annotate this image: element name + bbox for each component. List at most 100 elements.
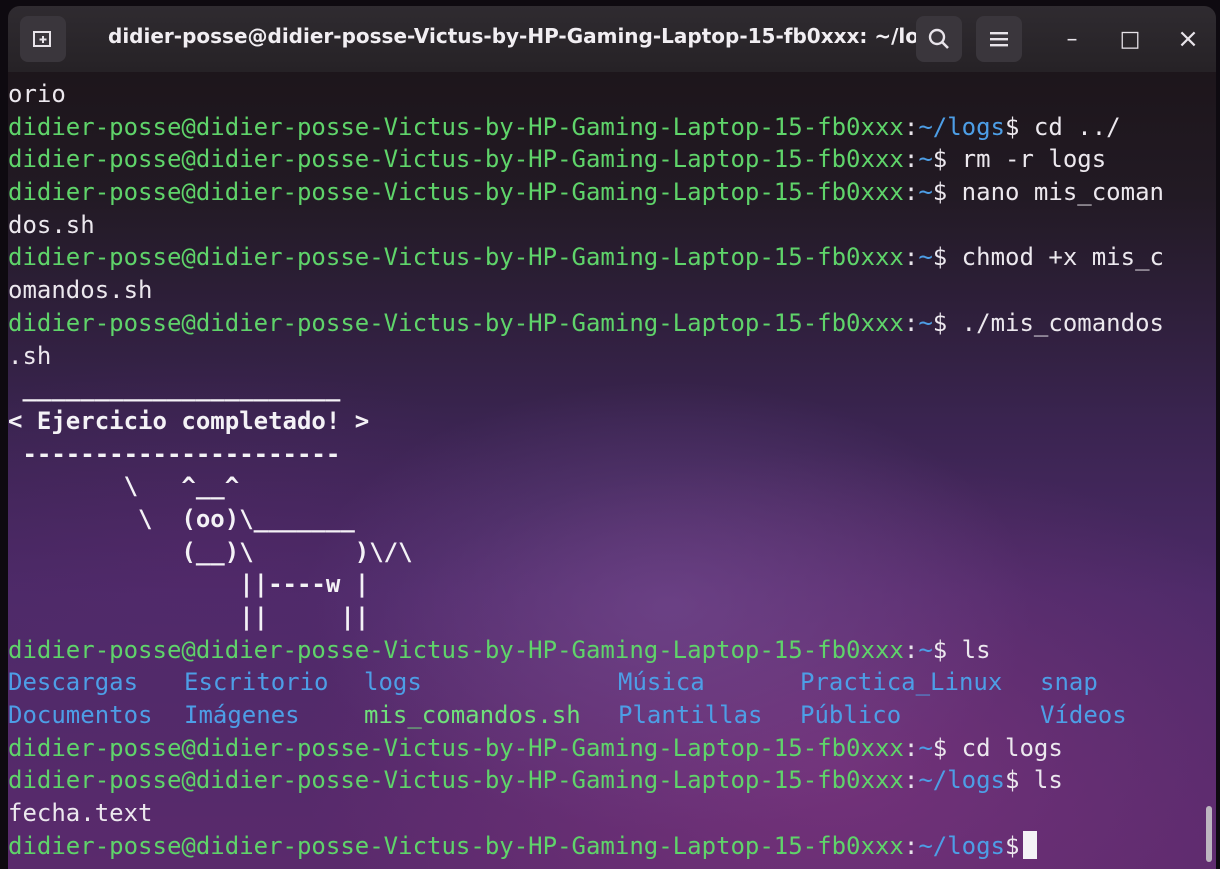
- prompt-path: ~: [918, 635, 933, 664]
- prompt-dollar: $: [932, 178, 962, 207]
- prompt-colon: :: [903, 766, 919, 795]
- cowsay-line: || ||: [8, 603, 370, 631]
- prompt-colon: :: [903, 308, 919, 337]
- ls-entry: Imágenes: [184, 701, 300, 730]
- cowsay-line: \ (oo)\_______: [8, 504, 355, 533]
- ls-entry: Practica_Linux: [800, 668, 1003, 697]
- prompt-command: ./mis_comandos: [961, 308, 1164, 337]
- prompt-path: ~/logs: [918, 766, 1006, 795]
- prompt-line: didier-posse@didier-posse-Victus-by-HP-G…: [8, 732, 1216, 765]
- new-tab-icon: [33, 31, 51, 47]
- prompt-command: ls: [1033, 766, 1063, 795]
- prompt-dollar: $: [1005, 831, 1020, 860]
- search-button[interactable]: [916, 16, 962, 62]
- prompt-path: ~/logs: [918, 831, 1006, 860]
- prompt-user: didier-posse@didier-posse-Victus-by-HP-G…: [8, 308, 904, 337]
- output-line: fecha.text: [8, 799, 153, 828]
- minimize-icon: –: [1066, 26, 1078, 52]
- prompt-line: didier-posse@didier-posse-Victus-by-HP-G…: [8, 176, 1216, 209]
- text-cursor: [1023, 830, 1038, 859]
- close-button[interactable]: ×: [1168, 16, 1208, 62]
- prompt-path: ~: [918, 308, 933, 337]
- prompt-dollar: $: [932, 243, 962, 272]
- ls-entry: Vídeos: [1040, 701, 1127, 730]
- ls-output-row: Descargas Escritorio logs Música Practic…: [8, 666, 1216, 699]
- window-title: didier-posse@didier-posse-Victus-by-HP-G…: [108, 24, 946, 48]
- prompt-path: ~: [918, 145, 933, 174]
- cowsay-line: (__)\ )\/\: [8, 537, 413, 566]
- prompt-command: chmod +x mis_c: [961, 243, 1164, 272]
- prompt-colon: :: [903, 831, 919, 860]
- prompt-path: ~: [918, 733, 933, 762]
- prompt-line: didier-posse@didier-posse-Victus-by-HP-G…: [8, 241, 1216, 274]
- minimize-button[interactable]: –: [1052, 16, 1092, 62]
- prompt-path: ~: [918, 243, 933, 272]
- ls-entry: Música: [618, 668, 705, 697]
- output-line: orio: [8, 80, 66, 108]
- ls-entry: logs: [364, 668, 422, 697]
- terminal-window: didier-posse@didier-posse-Victus-by-HP-G…: [8, 6, 1216, 869]
- prompt-dollar: $: [932, 308, 962, 337]
- cowsay-line: ----------------------: [8, 439, 341, 468]
- prompt-colon: :: [903, 733, 919, 762]
- prompt-dollar: $: [1005, 112, 1034, 141]
- command-history: orio didier-posse@didier-posse-Victus-by-…: [8, 78, 1216, 372]
- ls-entry: Público: [800, 701, 902, 730]
- prompt-command: cd logs: [961, 733, 1063, 762]
- prompt-command: cd ../: [1033, 112, 1121, 141]
- cowsay-line: ||----w |: [8, 570, 370, 599]
- ls-entry: Documentos: [8, 701, 153, 730]
- prompt-user: didier-posse@didier-posse-Victus-by-HP-G…: [8, 178, 904, 207]
- ls-output-row: Documentos Imágenes mis_comandos.sh Plan…: [8, 699, 1216, 732]
- prompt-user: didier-posse@didier-posse-Victus-by-HP-G…: [8, 733, 904, 762]
- ls-entry: snap: [1040, 668, 1098, 697]
- output-line: omandos.sh: [8, 276, 153, 305]
- cowsay-line: < Ejercicio completado! >: [8, 406, 370, 435]
- new-tab-button[interactable]: [20, 16, 66, 62]
- prompt-path: ~/logs: [918, 112, 1006, 141]
- search-icon: [928, 28, 949, 49]
- prompt-line: didier-posse@didier-posse-Victus-by-HP-G…: [8, 764, 1216, 797]
- prompt-user: didier-posse@didier-posse-Victus-by-HP-G…: [8, 635, 904, 664]
- title-bar: didier-posse@didier-posse-Victus-by-HP-G…: [8, 6, 1216, 72]
- terminal-content[interactable]: orio didier-posse@didier-posse-Victus-by-…: [8, 78, 1216, 863]
- ls-entry: Plantillas: [618, 701, 763, 730]
- ls-entry: Escritorio: [184, 668, 329, 697]
- hamburger-menu-icon: [990, 32, 1008, 47]
- maximize-button[interactable]: □: [1110, 16, 1150, 62]
- cowsay-line: \ ^__^: [8, 472, 240, 501]
- prompt-command: ls: [961, 635, 991, 664]
- prompt-colon: :: [903, 635, 919, 664]
- prompt-path: ~: [918, 178, 933, 207]
- scrollbar[interactable]: [1206, 806, 1212, 862]
- cowsay-output: ______________________ < Ejercicio compl…: [8, 372, 1216, 634]
- menu-button[interactable]: [976, 16, 1022, 62]
- prompt-command: rm -r logs: [961, 145, 1107, 174]
- output-line: dos.sh: [8, 210, 95, 239]
- prompt-user: didier-posse@didier-posse-Victus-by-HP-G…: [8, 766, 904, 795]
- prompt-colon: :: [903, 178, 919, 207]
- prompt-user: didier-posse@didier-posse-Victus-by-HP-G…: [8, 145, 904, 174]
- prompt-dollar: $: [932, 145, 962, 174]
- ls-entry: Descargas: [8, 668, 139, 697]
- prompt-line: didier-posse@didier-posse-Victus-by-HP-G…: [8, 307, 1216, 340]
- prompt-command: nano mis_coman: [961, 178, 1164, 207]
- prompt-dollar: $: [1005, 766, 1034, 795]
- prompt-user: didier-posse@didier-posse-Victus-by-HP-G…: [8, 831, 904, 860]
- active-prompt-line[interactable]: didier-posse@didier-posse-Victus-by-HP-G…: [8, 830, 1216, 863]
- output-line: .sh: [8, 341, 52, 370]
- prompt-user: didier-posse@didier-posse-Victus-by-HP-G…: [8, 112, 904, 141]
- prompt-colon: :: [903, 112, 919, 141]
- prompt-dollar: $: [932, 733, 962, 762]
- prompt-dollar: $: [932, 635, 962, 664]
- prompt-colon: :: [903, 145, 919, 174]
- maximize-icon: □: [1119, 26, 1141, 52]
- cowsay-line: ______________________: [8, 374, 341, 403]
- prompt-colon: :: [903, 243, 919, 272]
- prompt-line: didier-posse@didier-posse-Victus-by-HP-G…: [8, 634, 1216, 667]
- ls-entry: mis_comandos.sh: [364, 701, 581, 730]
- prompt-line: didier-posse@didier-posse-Victus-by-HP-G…: [8, 111, 1216, 144]
- prompt-user: didier-posse@didier-posse-Victus-by-HP-G…: [8, 243, 904, 272]
- close-icon: ×: [1177, 24, 1199, 54]
- prompt-line: didier-posse@didier-posse-Victus-by-HP-G…: [8, 143, 1216, 176]
